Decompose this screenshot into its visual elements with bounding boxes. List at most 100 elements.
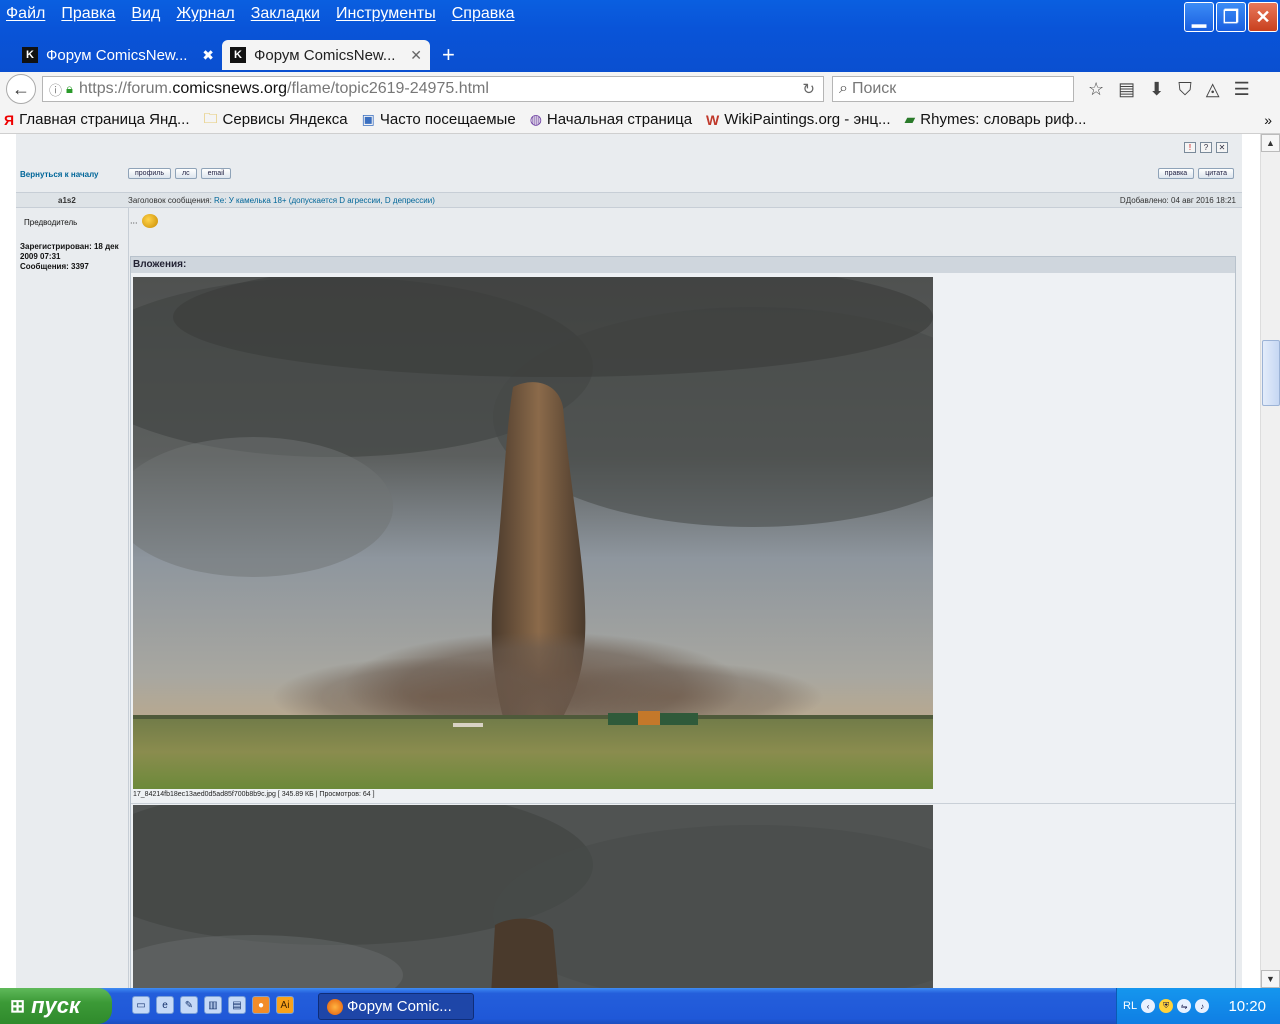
scroll-up-arrow-icon[interactable]: ▲: [1261, 134, 1280, 152]
show-desktop-icon[interactable]: ▭: [132, 996, 150, 1014]
pocket-icon[interactable]: ⛉: [1178, 79, 1192, 100]
profile-button[interactable]: профиль: [128, 168, 171, 179]
tab-strip: K Форум ComicsNew... ✖ K Форум ComicsNew…: [14, 38, 467, 70]
tornado-photo: [133, 277, 933, 789]
attachment-caption: 17_84214fb18ec13aed0d5ad85f700b8b9c.jpg …: [133, 791, 375, 798]
minimize-icon: ▁: [1192, 6, 1206, 27]
post-body: ...: [130, 214, 159, 228]
maximize-button[interactable]: ❐: [1216, 2, 1246, 32]
back-to-top-link[interactable]: Вернуться к началу: [20, 170, 99, 179]
subject-label: Заголовок сообщения:: [128, 196, 212, 205]
archive-icon[interactable]: ▥: [204, 996, 222, 1014]
bookmark-yandex-home[interactable]: Я Главная страница Янд...: [4, 111, 190, 128]
chevron-more-icon[interactable]: »: [1264, 112, 1272, 128]
attachment-image-tornado-2[interactable]: [133, 805, 933, 988]
bookmark-wikipaintings[interactable]: W WikiPaintings.org - энц...: [706, 111, 890, 128]
url-scheme: https://forum.: [78, 80, 173, 97]
bookmark-yandex-services[interactable]: 🗀︎ Сервисы Яндекса: [204, 108, 348, 132]
info-icon[interactable]: ⓘ: [49, 80, 62, 99]
email-button[interactable]: email: [200, 168, 232, 179]
bookmark-most-visited[interactable]: ▣ Часто посещаемые: [362, 111, 516, 128]
reading-list-icon[interactable]: ▤: [1118, 79, 1135, 100]
menu-bookmarks[interactable]: Закладки: [251, 5, 320, 23]
hamburger-menu-icon[interactable]: ☰: [1234, 79, 1250, 100]
comicsnews-favicon-icon: K: [22, 47, 38, 63]
folder-icon: 🗀︎: [203, 109, 218, 126]
menu-file[interactable]: Файл: [6, 5, 45, 23]
wikipaintings-icon: W: [706, 111, 720, 128]
menu-history[interactable]: Журнал: [176, 5, 234, 23]
tab-close-icon[interactable]: ✖: [202, 47, 214, 64]
menu-edit[interactable]: Правка: [61, 5, 115, 23]
start-button[interactable]: ⊞ пуск: [0, 988, 112, 1024]
taskbar-item-label: Форум Comic...: [347, 998, 452, 1015]
post-author[interactable]: a1s2: [58, 196, 76, 205]
security-shield-icon[interactable]: ⛨: [1159, 999, 1174, 1013]
tab-title: Форум ComicsNew...: [254, 46, 396, 64]
bookmark-rhymes[interactable]: ▰ Rhymes: словарь риф...: [905, 111, 1087, 128]
column-divider: [128, 208, 129, 988]
tornado-photo-2: [133, 805, 933, 988]
post-subject: Заголовок сообщения: Re: У камелька 18+ …: [128, 196, 435, 205]
firefox-icon[interactable]: ●: [252, 996, 270, 1014]
new-tab-button[interactable]: +: [430, 40, 467, 70]
bookmark-label: Часто посещаемые: [379, 111, 516, 128]
minimize-button[interactable]: ▁: [1184, 2, 1214, 32]
explorer-icon[interactable]: e: [156, 996, 174, 1014]
back-arrow-icon: ←: [12, 78, 30, 99]
post-header-row: a1s2 Заголовок сообщения: Re: У камелька…: [16, 192, 1242, 208]
menu-view[interactable]: Вид: [131, 5, 160, 23]
menu-help[interactable]: Справка: [452, 5, 515, 23]
language-indicator[interactable]: RL: [1123, 1000, 1137, 1012]
pm-button[interactable]: лс: [174, 168, 197, 179]
forum-post-area: ! ? ✕ Вернуться к началу профиль лс emai…: [16, 134, 1242, 988]
reload-icon[interactable]: ↻: [802, 80, 815, 98]
sync-icon[interactable]: ◬: [1206, 79, 1220, 100]
bookmarks-toolbar: Я Главная страница Янд... 🗀︎ Сервисы Яндек…: [0, 106, 1280, 134]
search-icon: ⌕: [839, 80, 848, 97]
back-button[interactable]: ←: [6, 74, 36, 104]
bookmark-start-page[interactable]: ◍ Начальная страница: [530, 111, 692, 128]
attachment-separator: [131, 803, 1235, 804]
subject-link[interactable]: Re: У камелька 18+ (допускается D агресс…: [214, 196, 435, 205]
vertical-scrollbar[interactable]: ▲ ▼: [1260, 134, 1280, 988]
author-rank: Предводитель: [24, 218, 78, 227]
taskbar-item-firefox[interactable]: Форум Comic...: [318, 993, 474, 1020]
windows-logo-icon: ⊞: [10, 995, 26, 1016]
close-window-button[interactable]: ✕: [1248, 2, 1278, 32]
download-icon[interactable]: ⬇: [1149, 79, 1164, 100]
quote-button[interactable]: цитата: [1198, 168, 1234, 179]
address-bar[interactable]: ⓘ 🔒︎ https://forum. comicsnews.org/flame/…: [42, 76, 824, 102]
scroll-thumb[interactable]: [1262, 340, 1280, 406]
comicsnews-favicon-icon: K: [230, 47, 246, 63]
bookmark-label: Rhymes: словарь риф...: [920, 111, 1087, 128]
tray-expand-icon[interactable]: ‹: [1141, 999, 1156, 1013]
help-icon[interactable]: ?: [1200, 142, 1212, 153]
tab-title: Форум ComicsNew...: [46, 46, 188, 64]
search-input[interactable]: ⌕ Поиск: [832, 76, 1074, 102]
menu-tools[interactable]: Инструменты: [336, 5, 436, 23]
bookmark-star-icon[interactable]: ☆: [1088, 79, 1104, 100]
document-icon[interactable]: ▤: [228, 996, 246, 1014]
tab-forum-1[interactable]: K Форум ComicsNew... ✖: [14, 40, 222, 70]
network-icon[interactable]: ⇋: [1177, 999, 1192, 1013]
restore-icon: ❐: [1222, 6, 1240, 27]
volume-icon[interactable]: ♪: [1195, 999, 1210, 1013]
smiley-icon: [142, 214, 159, 228]
browser-titlebar: Файл Правка Вид Журнал Закладки Инструме…: [0, 0, 1280, 72]
edit-button[interactable]: правка: [1157, 168, 1195, 179]
attachment-image-tornado[interactable]: [133, 277, 933, 789]
tab-close-icon[interactable]: ✕: [410, 47, 422, 64]
lock-icon: 🔒︎: [66, 81, 73, 96]
illustrator-icon[interactable]: Ai: [276, 996, 294, 1014]
tab-forum-2[interactable]: K Форум ComicsNew... ✕: [222, 40, 430, 70]
report-icon[interactable]: !: [1184, 142, 1196, 153]
delete-icon[interactable]: ✕: [1216, 142, 1228, 153]
book-icon: ▰: [904, 111, 916, 127]
url-path: /flame/topic2619-24975.html: [287, 80, 489, 97]
attachments-heading: Вложения:: [131, 257, 1235, 273]
post-date: DДобавлено: 04 авг 2016 18:21: [1119, 196, 1236, 205]
notepad-icon[interactable]: ✎: [180, 996, 198, 1014]
bookmark-label: Начальная страница: [546, 111, 693, 128]
scroll-down-arrow-icon[interactable]: ▼: [1261, 970, 1280, 988]
